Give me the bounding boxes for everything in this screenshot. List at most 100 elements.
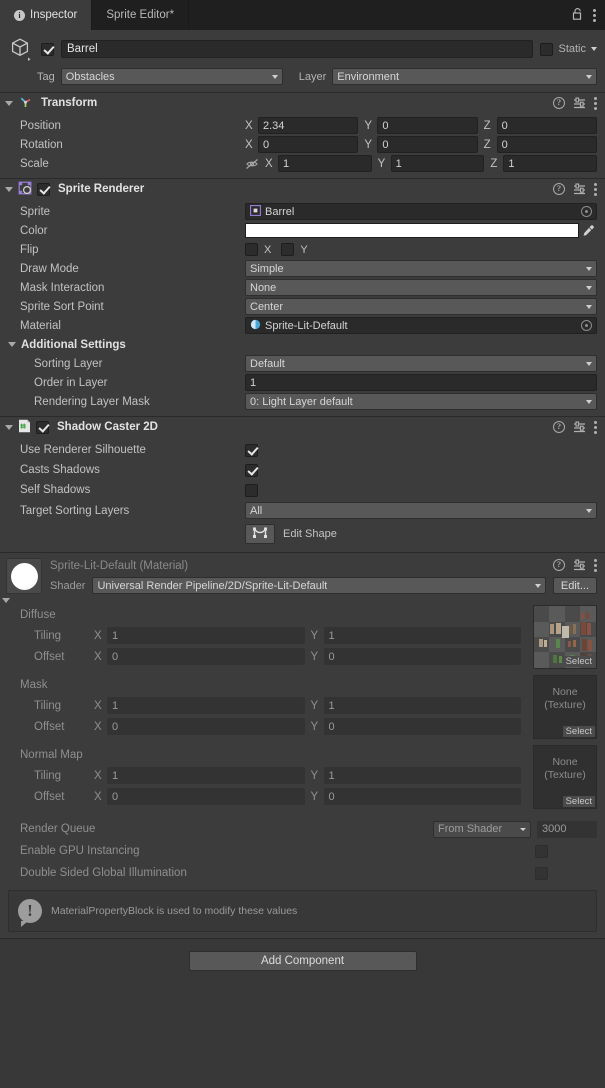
lock-open-icon[interactable] (572, 7, 584, 24)
shader-dropdown[interactable]: Universal Render Pipeline/2D/Sprite-Lit-… (92, 577, 546, 594)
mask-slot-value: None (552, 686, 578, 698)
kebab-menu-icon[interactable] (594, 420, 597, 434)
mask-offset-x-input[interactable]: 0 (107, 718, 305, 735)
game-object-name-input[interactable]: Barrel (61, 40, 534, 58)
mask-texture-slot[interactable]: None (Texture) Select (533, 675, 597, 739)
help-icon[interactable]: ? (553, 97, 565, 109)
edit-shape-label[interactable]: Edit Shape (283, 528, 337, 540)
normal-map-tiling-y-input[interactable]: 1 (323, 767, 521, 784)
tab-inspector[interactable]: i Inspector (0, 0, 93, 30)
normal-map-select-button[interactable]: Select (562, 796, 595, 807)
edit-shape-icon-button[interactable] (245, 524, 275, 544)
flip-x-checkbox[interactable] (245, 243, 258, 256)
normal-map-offset-x-input[interactable]: 0 (107, 788, 305, 805)
static-checkbox[interactable] (540, 42, 554, 56)
mask-interaction-dropdown[interactable]: None (245, 279, 597, 296)
draw-mode-dropdown[interactable]: Simple (245, 260, 597, 277)
shadow-caster-foldout-icon[interactable] (5, 424, 13, 430)
scale-y-input[interactable]: 1 (390, 155, 485, 172)
preset-settings-icon[interactable] (573, 421, 586, 433)
texture-group-normal-map: Normal Map Tiling X 1 Y 1 Offset X 0 Y 0… (8, 744, 597, 810)
shadow-caster-body: Use Renderer Silhouette Casts Shadows Se… (0, 437, 605, 552)
diffuse-offset-y-input[interactable]: 0 (323, 648, 521, 665)
shadow-caster-header[interactable]: Shadow Caster 2D ? (0, 417, 605, 437)
normal-map-offset-row: Offset X 0 Y 0 (8, 786, 597, 807)
sprite-renderer-foldout-icon[interactable] (5, 186, 13, 192)
scale-z-input[interactable]: 1 (503, 155, 598, 172)
shader-edit-button[interactable]: Edit... (552, 577, 597, 594)
use-renderer-silhouette-checkbox[interactable] (245, 443, 258, 457)
diffuse-tiling-x-input[interactable]: 1 (107, 627, 305, 644)
constrain-proportions-off-icon[interactable] (245, 158, 265, 170)
sprite-object-field[interactable]: Barrel (245, 203, 597, 220)
additional-settings-foldout[interactable]: Additional Settings (8, 335, 597, 354)
tab-sprite-editor[interactable]: Sprite Editor* (92, 0, 190, 30)
shadow-caster-enabled-checkbox[interactable] (36, 420, 49, 434)
scale-x-input[interactable]: 1 (278, 155, 372, 172)
axis-y-label: Y (310, 790, 319, 803)
rotation-x-input[interactable]: 0 (258, 136, 359, 153)
flip-y-checkbox[interactable] (281, 243, 295, 256)
position-z-input[interactable]: 0 (496, 117, 597, 134)
static-toggle-group: Static (540, 42, 597, 56)
position-y-input[interactable]: 0 (377, 117, 478, 134)
layer-dropdown[interactable]: Environment (332, 68, 597, 85)
kebab-menu-icon[interactable] (594, 182, 597, 196)
double-sided-gi-checkbox[interactable] (535, 866, 548, 880)
axis-x-label: X (94, 790, 102, 803)
normal-map-tiling-x-input[interactable]: 1 (107, 767, 305, 784)
transform-foldout-icon[interactable] (5, 100, 13, 106)
mask-offset-y-input[interactable]: 0 (323, 718, 521, 735)
mask-label: Mask (20, 678, 48, 691)
component-transform: Transform ? Position X 2.34 Y 0 Z 0 Rota… (0, 93, 605, 179)
color-swatch-field[interactable] (245, 223, 579, 238)
sprite-sort-point-dropdown[interactable]: Center (245, 298, 597, 315)
axis-x-label: X (94, 769, 102, 782)
preset-settings-icon[interactable] (573, 559, 586, 571)
rotation-y-input[interactable]: 0 (377, 136, 478, 153)
rotation-z-input[interactable]: 0 (496, 136, 597, 153)
kebab-menu-icon[interactable] (593, 8, 596, 22)
order-in-layer-input[interactable]: 1 (245, 374, 597, 391)
flip-label: Flip (20, 243, 39, 256)
kebab-menu-icon[interactable] (594, 96, 597, 110)
render-queue-mode-dropdown[interactable]: From Shader (433, 820, 531, 838)
position-x-input[interactable]: 2.34 (258, 117, 359, 134)
material-picker-icon[interactable] (581, 320, 592, 331)
mask-tiling-y-input[interactable]: 1 (323, 697, 521, 714)
normal-map-texture-slot[interactable]: None (Texture) Select (533, 745, 597, 809)
casts-shadows-checkbox[interactable] (245, 463, 258, 477)
help-icon[interactable]: ? (553, 421, 565, 433)
sorting-layer-dropdown[interactable]: Default (245, 355, 597, 372)
gpu-instancing-checkbox[interactable] (535, 844, 548, 858)
rendering-layer-mask-dropdown[interactable]: 0: Light Layer default (245, 393, 597, 410)
preset-settings-icon[interactable] (573, 183, 586, 195)
material-object-field[interactable]: Sprite-Lit-Default (245, 317, 597, 334)
tag-dropdown[interactable]: Obstacles (60, 68, 283, 85)
kebab-menu-icon[interactable] (594, 558, 597, 572)
sprite-picker-icon[interactable] (581, 206, 592, 217)
diffuse-select-button[interactable]: Select (562, 656, 595, 667)
target-sorting-layers-dropdown[interactable]: All (245, 502, 597, 519)
diffuse-texture-slot[interactable]: Select (533, 605, 597, 669)
transform-header[interactable]: Transform ? (0, 93, 605, 113)
mask-tiling-x-input[interactable]: 1 (107, 697, 305, 714)
game-object-enabled-checkbox[interactable] (41, 42, 54, 56)
eyedropper-icon[interactable] (579, 224, 597, 237)
preset-settings-icon[interactable] (573, 97, 586, 109)
additional-settings-foldout-icon[interactable] (8, 342, 16, 347)
diffuse-offset-x-input[interactable]: 0 (107, 648, 305, 665)
sprite-renderer-header[interactable]: Sprite Renderer ? (0, 179, 605, 199)
render-queue-value-input[interactable]: 3000 (537, 820, 597, 838)
use-renderer-silhouette-label: Use Renderer Silhouette (20, 444, 146, 456)
diffuse-tiling-y-input[interactable]: 1 (323, 627, 521, 644)
mask-select-button[interactable]: Select (562, 726, 595, 737)
mask-interaction-value: None (250, 281, 277, 294)
help-icon[interactable]: ? (553, 559, 565, 571)
add-component-button[interactable]: Add Component (188, 951, 417, 971)
static-dropdown-arrow-icon[interactable] (591, 47, 597, 51)
help-icon[interactable]: ? (553, 183, 565, 195)
sprite-renderer-enabled-checkbox[interactable] (37, 182, 50, 196)
self-shadows-checkbox[interactable] (245, 483, 258, 497)
normal-map-offset-y-input[interactable]: 0 (323, 788, 521, 805)
